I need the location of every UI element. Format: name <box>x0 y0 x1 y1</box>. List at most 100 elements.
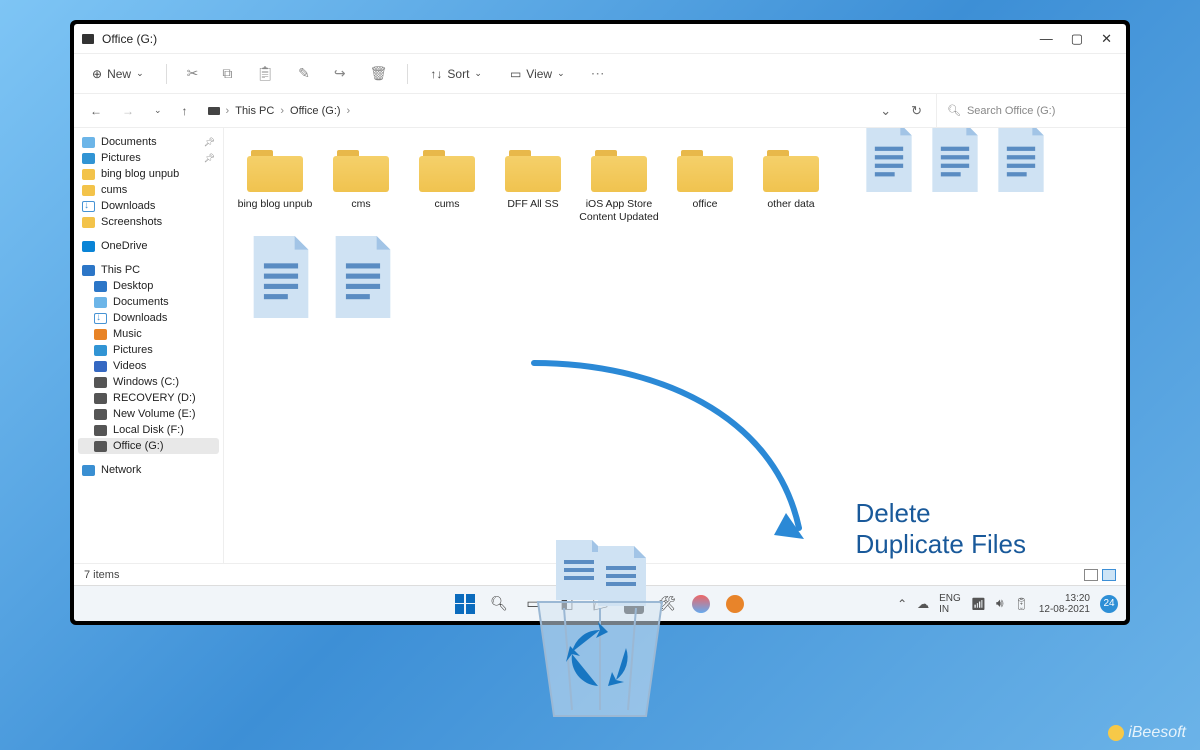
sidebar-item[interactable]: OneDrive <box>78 238 219 254</box>
sidebar-item[interactable]: Documents <box>78 294 219 310</box>
minimize-button[interactable]: — <box>1040 31 1053 47</box>
folder-item[interactable]: bing blog unpub <box>232 142 318 229</box>
breadcrumb[interactable]: › This PC › Office (G:) › <box>208 105 351 117</box>
sidebar-item[interactable]: Videos <box>78 358 219 374</box>
sidebar-item[interactable]: Office (G:) <box>78 438 219 454</box>
monitor-frame: Office (G:) — ▢ ✕ ⊕ New ⌄ ✂ ⧉ 📋︎ ✎ ↪ 🗑︎ … <box>70 20 1130 625</box>
folder-icon <box>333 148 389 192</box>
folder-item[interactable]: office <box>662 142 748 229</box>
start-button[interactable] <box>454 593 476 615</box>
folder-icon <box>505 148 561 192</box>
up-button[interactable]: ↑ <box>176 101 194 121</box>
ic-pic-icon <box>82 153 95 164</box>
address-bar: ← → ⌄ ↑ › This PC › Office (G:) › ⌄ ↻ 🔍︎… <box>74 94 1126 128</box>
share-icon[interactable]: ↪ <box>330 63 350 84</box>
explorer-window: Office (G:) — ▢ ✕ ⊕ New ⌄ ✂ ⧉ 📋︎ ✎ ↪ 🗑︎ … <box>74 24 1126 621</box>
watermark: iBeesoft <box>1108 724 1186 742</box>
close-button[interactable]: ✕ <box>1101 31 1112 47</box>
back-button[interactable]: ← <box>84 101 108 121</box>
pin-icon: 📌︎ <box>204 137 215 148</box>
sidebar-item[interactable]: Windows (C:) <box>78 374 219 390</box>
promo-text: Delete Duplicate Files Windows 11 <box>855 498 1026 563</box>
sidebar-item[interactable]: New Volume (E:) <box>78 406 219 422</box>
folder-icon <box>677 148 733 192</box>
folder-item[interactable]: iOS App Store Content Updated <box>576 142 662 229</box>
ic-folder-icon <box>82 217 95 228</box>
dropdown-icon[interactable]: ⌄ <box>874 101 897 121</box>
chevron-down-icon: ⌄ <box>136 68 144 79</box>
ic-doc-icon <box>94 297 107 308</box>
file-icon <box>328 236 398 318</box>
file-icon <box>926 128 984 192</box>
folder-item[interactable]: DFF All SS <box>490 142 576 229</box>
file-icon <box>246 236 316 318</box>
battery-icon[interactable]: 🔋︎ <box>1014 597 1029 611</box>
view-icon: ▭ <box>510 67 521 81</box>
sidebar-item[interactable]: Music <box>78 326 219 342</box>
wifi-icon[interactable]: 📶︎ <box>971 597 986 611</box>
forward-button[interactable]: → <box>116 101 140 121</box>
sidebar-item[interactable]: Network <box>78 462 219 478</box>
ic-dl-icon <box>82 201 95 212</box>
clock[interactable]: 13:2012-08-2021 <box>1039 593 1090 615</box>
maximize-button[interactable]: ▢ <box>1071 31 1083 47</box>
folder-item[interactable]: other data <box>748 142 834 229</box>
file-icon <box>992 128 1050 192</box>
ic-drive-icon <box>94 377 107 388</box>
arrow-icon <box>514 353 834 563</box>
search-icon: 🔍︎ <box>947 104 961 117</box>
sidebar-item[interactable]: Local Disk (F:) <box>78 422 219 438</box>
paste-icon[interactable]: 📋︎ <box>252 63 278 84</box>
sidebar-item[interactable]: cums <box>78 182 219 198</box>
ic-drive-icon <box>94 425 107 436</box>
sidebar-item[interactable]: bing blog unpub <box>78 166 219 182</box>
volume-icon[interactable]: 🔊︎ <box>996 596 1004 611</box>
sort-icon: ↑↓ <box>430 67 442 81</box>
sidebar-item[interactable]: Screenshots <box>78 214 219 230</box>
folder-item[interactable]: cums <box>404 142 490 229</box>
ic-drive-icon <box>94 393 107 404</box>
app-icon[interactable] <box>724 593 746 615</box>
onedrive-tray-icon[interactable]: ☁ <box>917 597 929 611</box>
notification-badge[interactable]: 24 <box>1100 595 1118 613</box>
sidebar-item[interactable]: Pictures📌︎ <box>78 150 219 166</box>
cut-icon[interactable]: ✂ <box>183 63 203 84</box>
folder-icon <box>247 148 303 192</box>
breadcrumb-location[interactable]: Office (G:) <box>290 105 341 117</box>
pin-icon: 📌︎ <box>204 153 215 164</box>
folder-icon <box>419 148 475 192</box>
details-view-icon[interactable] <box>1084 569 1098 581</box>
sidebar-item[interactable]: RECOVERY (D:) <box>78 390 219 406</box>
command-bar: ⊕ New ⌄ ✂ ⧉ 📋︎ ✎ ↪ 🗑︎ ↑↓ Sort ⌄ ▭ View ⌄… <box>74 54 1126 94</box>
sidebar-item[interactable]: Pictures <box>78 342 219 358</box>
ic-cloud-icon <box>82 241 95 252</box>
navigation-pane[interactable]: Documents📌︎Pictures📌︎bing blog unpubcums… <box>74 128 224 563</box>
thumbnails-view-icon[interactable] <box>1102 569 1116 581</box>
system-tray[interactable]: ⌃ ☁ ENGIN 📶︎ 🔊︎ 🔋︎ 13:2012-08-2021 24 <box>897 593 1118 615</box>
ic-doc-icon <box>82 137 95 148</box>
sidebar-item[interactable]: This PC <box>78 262 219 278</box>
sidebar-item[interactable]: Downloads <box>78 198 219 214</box>
folder-item[interactable]: cms <box>318 142 404 229</box>
file-list[interactable]: bing blog unpubcmscumsDFF All SSiOS App … <box>224 128 1126 563</box>
view-button[interactable]: ▭ View ⌄ <box>504 63 571 85</box>
sidebar-item[interactable]: Desktop <box>78 278 219 294</box>
recent-dropdown[interactable]: ⌄ <box>148 102 168 119</box>
folder-icon <box>591 148 647 192</box>
sort-button[interactable]: ↑↓ Sort ⌄ <box>424 63 488 85</box>
sidebar-item[interactable]: Documents📌︎ <box>78 134 219 150</box>
search-button[interactable]: 🔍︎ <box>488 593 510 615</box>
refresh-icon[interactable]: ↻ <box>905 101 928 121</box>
copy-icon[interactable]: ⧉ <box>218 63 236 84</box>
more-icon[interactable]: ⋯ <box>587 63 609 84</box>
search-input[interactable]: 🔍︎ Search Office (G:) <box>936 94 1116 127</box>
delete-icon[interactable]: 🗑︎ <box>366 63 392 84</box>
ic-pc-icon <box>82 265 95 276</box>
breadcrumb-pc[interactable]: This PC <box>235 105 274 117</box>
rename-icon[interactable]: ✎ <box>294 63 314 84</box>
new-button[interactable]: ⊕ New ⌄ <box>86 63 150 85</box>
app-icon[interactable] <box>690 593 712 615</box>
sidebar-item[interactable]: Downloads <box>78 310 219 326</box>
language-indicator[interactable]: ENGIN <box>939 593 961 615</box>
chevron-up-icon[interactable]: ⌃ <box>897 597 907 611</box>
